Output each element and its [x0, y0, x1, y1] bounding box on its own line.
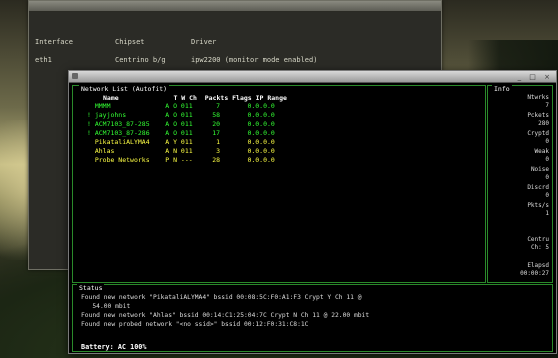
info-label: Noise: [530, 166, 549, 173]
info-title: Info: [492, 85, 512, 93]
info-value: 0: [545, 192, 549, 199]
network-row[interactable]: MMMM A O 011 7 0.0.0.0: [87, 102, 275, 110]
info-value: 7: [545, 102, 549, 109]
network-row[interactable]: ! ACM7103_87-285 A O 011 20 0.0.0.0: [87, 120, 275, 128]
battery-status: Battery: AC 100%: [81, 343, 147, 351]
status-line: 54.00 mbit: [81, 303, 131, 310]
kismet-titlebar[interactable]: _ □ ×: [69, 71, 556, 83]
info-value: 280: [538, 120, 549, 127]
network-list-title: Network List (Autofit): [79, 85, 170, 93]
window-menu-icon[interactable]: [72, 73, 78, 79]
status-line: Found new network "PikataliALYMA4" bssid…: [81, 294, 362, 301]
info-label: Weak: [534, 148, 549, 155]
network-row[interactable]: PikataliALYMA4 A Y 011 1 0.0.0.0: [87, 138, 275, 146]
info-value: 0: [545, 174, 549, 181]
back-terminal-chipset: Centrino b/g: [115, 56, 166, 64]
network-row[interactable]: ! jayjohns A O 011 58 0.0.0.0: [87, 111, 275, 119]
info-label: Cryptd: [527, 130, 549, 137]
back-terminal-titlebar[interactable]: [29, 1, 441, 12]
info-elapsed-label: Elapsd: [527, 262, 549, 269]
back-terminal-header-interface: Interface: [35, 38, 73, 46]
network-list-columns: Name T W Ch Packts Flags IP Range: [103, 94, 287, 102]
network-row[interactable]: Ahlas A N 011 3 0.0.0.0: [87, 147, 275, 155]
back-terminal-header-driver: Driver: [191, 38, 217, 46]
kismet-body: Network List (Autofit) Name T W Ch Packt…: [69, 83, 556, 353]
network-list-panel: Network List (Autofit) Name T W Ch Packt…: [72, 85, 486, 283]
info-value: 0: [545, 138, 549, 145]
info-label: Pkts/s: [527, 202, 549, 209]
info-channel-label: Centru: [527, 236, 549, 243]
back-terminal-header-chipset: Chipset: [115, 38, 145, 46]
info-channel-value: Ch: 5: [530, 244, 549, 251]
info-elapsed-value: 00:00:27: [520, 270, 549, 277]
info-label: Pckets: [527, 112, 549, 119]
status-panel: Status Found new network "PikataliALYMA4…: [72, 284, 553, 352]
info-label: Discrd: [527, 184, 549, 191]
network-row[interactable]: Probe Networks P N --- 28 0.0.0.0: [87, 156, 275, 164]
status-line: Found new probed network "<no ssid>" bss…: [81, 321, 309, 328]
back-terminal-interface: eth1: [35, 56, 52, 64]
network-row[interactable]: ! ACM7103_87-286 A O 011 17 0.0.0.0: [87, 129, 275, 137]
info-panel: Info Ntwrks 7 Pckets 280 Cryptd 0 Weak 0 Noise 0 D…: [487, 85, 553, 283]
status-title: Status: [77, 284, 105, 292]
info-label: Ntwrks: [527, 94, 549, 101]
info-value: 1: [545, 210, 549, 217]
kismet-window[interactable]: _ □ × Network List (Autofit) Name T W Ch…: [68, 70, 557, 354]
info-value: 0: [545, 156, 549, 163]
status-line: Found new network "Ahlas" bssid 00:14:C1…: [81, 312, 370, 319]
back-terminal-driver: ipw2200 (monitor mode enabled): [191, 56, 318, 64]
window-controls[interactable]: _ □ ×: [518, 73, 553, 81]
